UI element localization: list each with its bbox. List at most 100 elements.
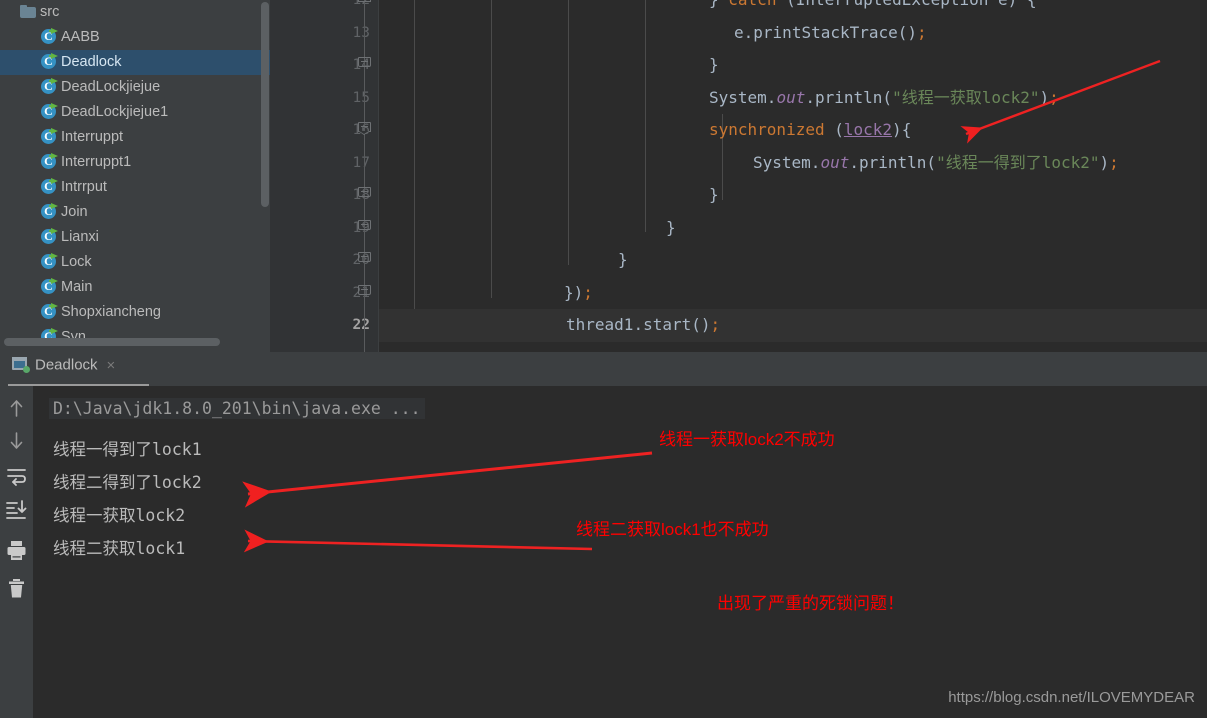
line-number: 17 bbox=[352, 154, 370, 171]
editor-gutter[interactable]: 12 13 14 15 16 17 18 19 20 21 22 bbox=[275, 0, 378, 352]
code-line-19[interactable]: } bbox=[666, 212, 676, 245]
sidebar-item-label: Join bbox=[61, 204, 88, 220]
sidebar-vertical-scrollbar[interactable] bbox=[261, 2, 269, 207]
run-config-icon bbox=[10, 357, 30, 373]
sidebar-item-label: DeadLockjiejue bbox=[61, 79, 161, 95]
sidebar-item-label: Interruppt bbox=[61, 129, 124, 145]
code-line-21[interactable]: }); bbox=[564, 277, 593, 310]
java-class-icon: C bbox=[40, 178, 58, 195]
call-printstacktrace: printStackTrace bbox=[753, 22, 898, 42]
var-lock2: lock2 bbox=[843, 120, 893, 139]
trash-icon[interactable] bbox=[4, 576, 29, 601]
sidebar-item-deadlock[interactable]: C Deadlock bbox=[0, 50, 270, 75]
keyword-synchronized: synchronized bbox=[709, 120, 825, 139]
sidebar-item-deadlockjiejue1[interactable]: C DeadLockjiejue1 bbox=[0, 100, 270, 125]
java-class-icon: C bbox=[40, 278, 58, 295]
java-class-icon: C bbox=[40, 103, 58, 120]
sidebar-item-interruppt1[interactable]: C Interruppt1 bbox=[0, 150, 270, 175]
project-sidebar[interactable]: src C AABB C Deadlock C DeadLockjiejue C Dea… bbox=[0, 0, 270, 352]
tree-root-src[interactable]: src bbox=[0, 0, 270, 25]
fold-marker-collapsible[interactable] bbox=[358, 122, 371, 135]
console-output[interactable]: D:\Java\jdk1.8.0_201\bin\java.exe ... 线程… bbox=[33, 386, 1207, 718]
fold-rail bbox=[364, 0, 365, 352]
code-line-16[interactable]: synchronized (lock2){ bbox=[709, 114, 911, 147]
sidebar-item-shopxiancheng[interactable]: C Shopxiancheng bbox=[0, 300, 270, 325]
code-line-15[interactable]: System.out.println("线程一获取lock2"); bbox=[709, 82, 1059, 115]
code-line-17[interactable]: System.out.println("线程一得到了lock2"); bbox=[753, 147, 1119, 180]
java-class-icon: C bbox=[40, 78, 58, 95]
console-output-line: 线程一得到了lock1 bbox=[53, 440, 202, 459]
var-thread1: thread1 bbox=[566, 315, 634, 334]
line-number: 13 bbox=[352, 24, 370, 41]
java-class-icon: C bbox=[40, 228, 58, 245]
indent-guide bbox=[568, 0, 569, 265]
sidebar-item-label: Lock bbox=[61, 254, 92, 270]
java-class-icon: C bbox=[40, 28, 58, 45]
sidebar-item-intrrput[interactable]: C Intrrput bbox=[0, 175, 270, 200]
java-class-icon: C bbox=[40, 53, 58, 70]
field-out: out bbox=[776, 87, 806, 107]
code-line-22[interactable]: thread1.start(); bbox=[379, 309, 1207, 342]
sidebar-item-main[interactable]: C Main bbox=[0, 275, 270, 300]
sidebar-item-join[interactable]: C Join bbox=[0, 200, 270, 225]
sidebar-item-aabb[interactable]: C AABB bbox=[0, 25, 270, 50]
call-println: println bbox=[814, 87, 883, 107]
scroll-to-end-icon[interactable] bbox=[4, 498, 29, 523]
java-class-icon: C bbox=[40, 303, 58, 320]
rerun-up-icon[interactable] bbox=[4, 396, 29, 421]
close-icon[interactable]: × bbox=[107, 357, 116, 374]
string-literal-line17: "线程一得到了lock2" bbox=[936, 152, 1100, 172]
obj-system: System bbox=[753, 152, 811, 172]
top-area: src C AABB C Deadlock C DeadLockjiejue C Dea… bbox=[0, 0, 1207, 352]
code-line-14[interactable]: } bbox=[709, 49, 719, 82]
folder-icon bbox=[20, 5, 36, 19]
console-toolbar[interactable] bbox=[0, 386, 33, 718]
code-content[interactable]: } catch (InterruptedException e) { e.pri… bbox=[379, 0, 1207, 352]
string-literal-line15: "线程一获取lock2" bbox=[892, 87, 1040, 107]
call-start: start bbox=[643, 315, 692, 334]
console-output-line: 线程一获取lock2 bbox=[53, 506, 186, 525]
console-tab-label: Deadlock bbox=[35, 356, 98, 374]
line-number: 15 bbox=[352, 89, 370, 106]
fold-marker[interactable] bbox=[358, 219, 371, 233]
console-output-line: 线程二获取lock1 bbox=[53, 539, 186, 558]
console-tab-deadlock[interactable]: Deadlock × bbox=[10, 356, 115, 382]
sidebar-item-label: Shopxiancheng bbox=[61, 304, 161, 320]
fold-marker[interactable] bbox=[358, 57, 371, 70]
annotation-text-3: 出现了严重的死锁问题！ bbox=[717, 594, 904, 613]
project-tree[interactable]: src C AABB C Deadlock C DeadLockjiejue C Dea… bbox=[0, 0, 270, 350]
sidebar-item-label: AABB bbox=[61, 29, 100, 45]
obj-system: System bbox=[709, 87, 767, 107]
sidebar-item-label: DeadLockjiejue1 bbox=[61, 104, 169, 120]
line-number-current: 22 bbox=[352, 317, 370, 333]
soft-wrap-icon[interactable] bbox=[4, 464, 29, 489]
annotation-text-2: 线程二获取lock1也不成功 bbox=[576, 520, 769, 539]
watermark: https://blog.csdn.net/ILOVEMYDEAR bbox=[948, 689, 1195, 706]
code-line-13[interactable]: e.printStackTrace(); bbox=[734, 17, 927, 50]
sidebar-item-lock[interactable]: C Lock bbox=[0, 250, 270, 275]
sidebar-item-label: Interruppt1 bbox=[61, 154, 132, 170]
java-class-icon: C bbox=[40, 203, 58, 220]
fold-marker[interactable] bbox=[358, 0, 371, 5]
fold-marker[interactable] bbox=[358, 252, 371, 265]
java-class-icon: C bbox=[40, 153, 58, 170]
rerun-down-icon[interactable] bbox=[4, 428, 29, 453]
sidebar-item-interruppt[interactable]: C Interruppt bbox=[0, 125, 270, 150]
call-println: println bbox=[858, 152, 927, 172]
print-icon[interactable] bbox=[4, 538, 29, 563]
console-output-line: 线程二得到了lock2 bbox=[53, 473, 202, 492]
fold-marker[interactable] bbox=[358, 187, 371, 200]
java-class-icon: C bbox=[40, 253, 58, 270]
sidebar-item-lianxi[interactable]: C Lianxi bbox=[0, 225, 270, 250]
code-editor[interactable]: 12 13 14 15 16 17 18 19 20 21 22 e.print… bbox=[275, 0, 1207, 352]
sidebar-item-label: Deadlock bbox=[61, 54, 122, 70]
var-e: e bbox=[998, 0, 1008, 9]
sidebar-horizontal-scrollbar[interactable] bbox=[4, 338, 220, 346]
sidebar-item-deadlockjiejue[interactable]: C DeadLockjiejue bbox=[0, 75, 270, 100]
code-line-18[interactable]: } bbox=[709, 179, 719, 212]
sidebar-item-label: Lianxi bbox=[61, 229, 99, 245]
code-line-20[interactable]: } bbox=[618, 244, 628, 277]
code-line-12[interactable]: } catch (InterruptedException e) { bbox=[709, 0, 1037, 17]
sidebar-item-label: Intrrput bbox=[61, 179, 107, 195]
fold-marker[interactable] bbox=[358, 284, 371, 298]
